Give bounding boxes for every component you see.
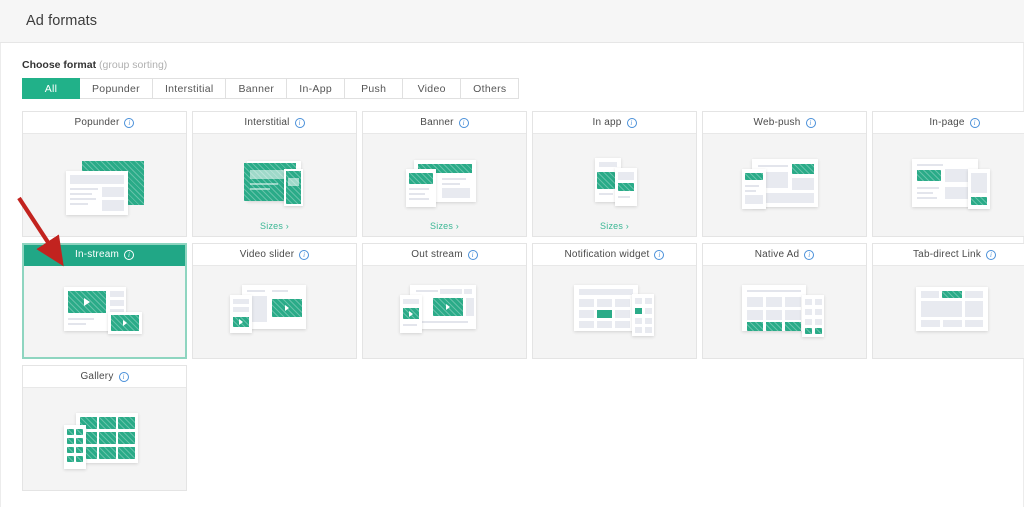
format-card-out-stream[interactable]: Out stream i: [362, 243, 527, 359]
card-title: Native Ad: [755, 249, 800, 260]
tab-banner[interactable]: Banner: [226, 78, 287, 99]
card-illustration: [363, 266, 526, 358]
card-title: Gallery: [80, 371, 113, 382]
card-header: Interstitial i: [193, 112, 356, 134]
format-card-video-slider[interactable]: Video slider i: [192, 243, 357, 359]
card-illustration: [23, 134, 186, 236]
card-title: Popunder: [75, 117, 120, 128]
in-app-illustration: [560, 152, 670, 218]
tab-others[interactable]: Others: [461, 78, 519, 99]
card-title: Out stream: [411, 249, 462, 260]
card-title: In app: [592, 117, 621, 128]
info-icon[interactable]: i: [804, 250, 814, 260]
card-illustration: Sizes ›: [533, 134, 696, 236]
info-icon[interactable]: i: [986, 250, 996, 260]
card-title: Tab-direct Link: [913, 249, 981, 260]
format-card-notification-widget[interactable]: Notification widget i: [532, 243, 697, 359]
card-illustration: [23, 266, 186, 358]
tab-video[interactable]: Video: [403, 78, 461, 99]
format-card-gallery[interactable]: Gallery i: [22, 365, 187, 491]
card-illustration: Sizes ›: [193, 134, 356, 236]
notification-widget-illustration: [560, 279, 670, 345]
card-header: In app i: [533, 112, 696, 134]
card-title: In-stream: [75, 249, 119, 260]
card-header: In-page i: [873, 112, 1024, 134]
info-icon[interactable]: i: [124, 118, 134, 128]
info-icon[interactable]: i: [627, 118, 637, 128]
card-header: Out stream i: [363, 244, 526, 266]
page-header: Ad formats: [0, 0, 1024, 43]
in-page-illustration: [900, 149, 1010, 221]
popunder-illustration: [50, 149, 160, 221]
card-title: Notification widget: [565, 249, 650, 260]
info-icon[interactable]: i: [970, 118, 980, 128]
banner-illustration: [390, 152, 500, 218]
card-title: Interstitial: [244, 117, 289, 128]
card-illustration: [873, 266, 1024, 358]
card-header: Tab-direct Link i: [873, 244, 1024, 266]
tab-interstitial[interactable]: Interstitial: [153, 78, 227, 99]
card-title: In-page: [929, 117, 964, 128]
format-card-in-app[interactable]: In app i Sizes ›: [532, 111, 697, 237]
tab-all[interactable]: All: [22, 78, 80, 99]
tab-popunder[interactable]: Popunder: [80, 78, 153, 99]
card-title: Video slider: [240, 249, 294, 260]
card-illustration: [193, 266, 356, 358]
interstitial-illustration: [220, 152, 330, 218]
sizes-link[interactable]: Sizes ›: [193, 221, 356, 231]
video-slider-illustration: [220, 279, 330, 345]
card-title: Web-push: [754, 117, 801, 128]
group-sorting-hint: (group sorting): [99, 59, 167, 71]
ad-formats-page: Ad formats Choose format (group sorting)…: [0, 0, 1024, 507]
info-icon[interactable]: i: [299, 250, 309, 260]
format-card-native-ad[interactable]: Native Ad i: [702, 243, 867, 359]
info-icon[interactable]: i: [654, 250, 664, 260]
choose-format-text: Choose format: [22, 59, 96, 71]
info-icon[interactable]: i: [468, 250, 478, 260]
card-header: Web-push i: [703, 112, 866, 134]
card-illustration: [703, 266, 866, 358]
format-card-tab-direct-link[interactable]: Tab-direct Link i: [872, 243, 1024, 359]
card-illustration: [703, 134, 866, 236]
web-push-illustration: [730, 149, 840, 221]
info-icon[interactable]: i: [459, 118, 469, 128]
sizes-link[interactable]: Sizes ›: [533, 221, 696, 231]
tab-direct-link-illustration: [900, 279, 1010, 345]
sizes-link[interactable]: Sizes ›: [363, 221, 526, 231]
card-illustration: [873, 134, 1024, 236]
format-card-popunder[interactable]: Popunder i: [22, 111, 187, 237]
info-icon[interactable]: i: [806, 118, 816, 128]
card-header: Native Ad i: [703, 244, 866, 266]
card-header: Notification widget i: [533, 244, 696, 266]
format-card-banner[interactable]: Banner i S: [362, 111, 527, 237]
gallery-illustration: [50, 403, 160, 475]
choose-format-label: Choose format (group sorting): [22, 59, 1005, 71]
content-panel: Choose format (group sorting) All Popund…: [0, 43, 1024, 507]
page-title: Ad formats: [26, 13, 97, 29]
tab-push[interactable]: Push: [345, 78, 403, 99]
tab-in-app[interactable]: In-App: [287, 78, 345, 99]
format-card-interstitial[interactable]: Interstitial i Sizes ›: [192, 111, 357, 237]
info-icon[interactable]: i: [119, 372, 129, 382]
card-illustration: [533, 266, 696, 358]
info-icon[interactable]: i: [295, 118, 305, 128]
in-stream-illustration: [50, 279, 160, 345]
card-header: In-stream i: [23, 244, 186, 266]
format-card-in-stream[interactable]: In-stream i: [22, 243, 187, 359]
card-illustration: Sizes ›: [363, 134, 526, 236]
format-card-web-push[interactable]: Web-push i: [702, 111, 867, 237]
card-title: Banner: [420, 117, 453, 128]
format-filter-tabs: All Popunder Interstitial Banner In-App …: [22, 78, 1005, 99]
format-card-in-page[interactable]: In-page i: [872, 111, 1024, 237]
card-header: Gallery i: [23, 366, 186, 388]
out-stream-illustration: [390, 279, 500, 345]
native-ad-illustration: [730, 279, 840, 345]
card-header: Banner i: [363, 112, 526, 134]
card-illustration: [23, 388, 186, 490]
card-header: Popunder i: [23, 112, 186, 134]
ad-format-grid: Popunder i: [22, 111, 1005, 491]
info-icon[interactable]: i: [124, 250, 134, 260]
card-header: Video slider i: [193, 244, 356, 266]
